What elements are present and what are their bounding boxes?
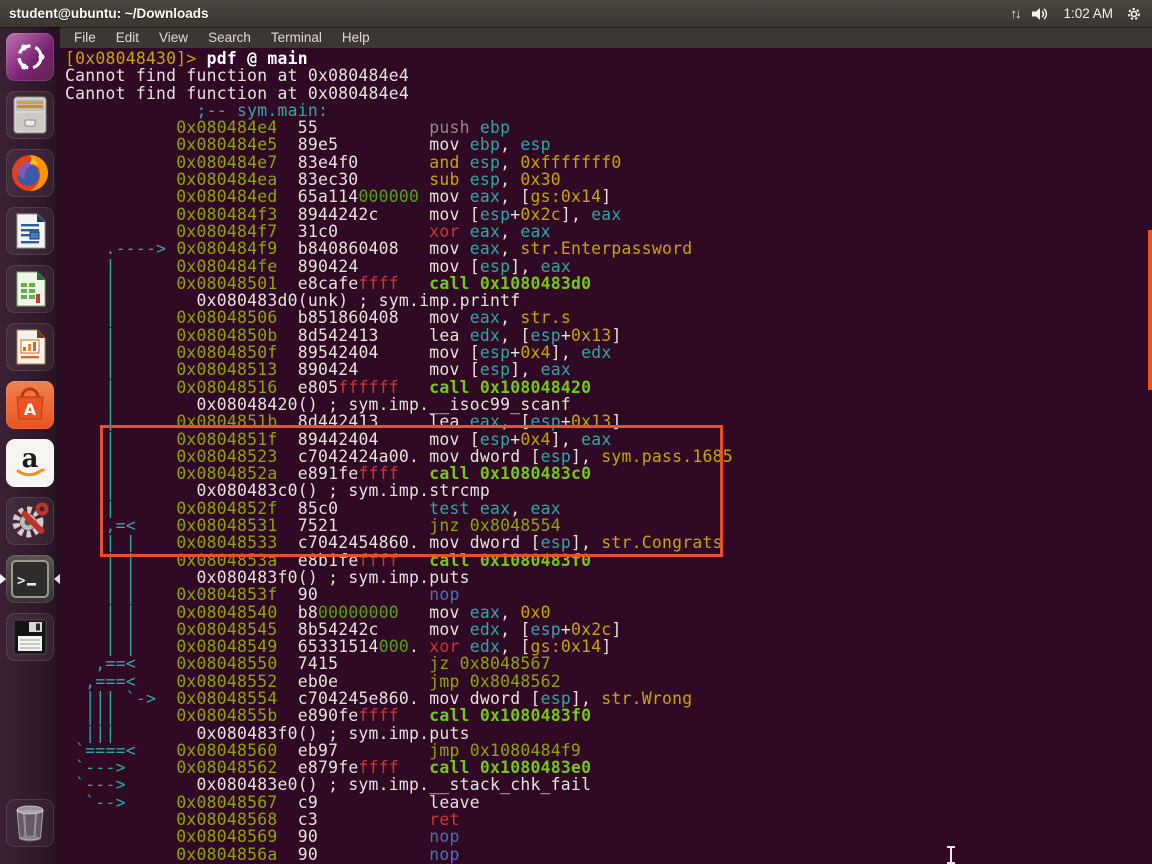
session-gear-icon[interactable] — [1126, 6, 1142, 22]
status-area: ↑↓ 1:02 AM — [1010, 6, 1142, 22]
active-app-indicator-right — [54, 574, 60, 584]
libreoffice-impress-icon[interactable] — [6, 323, 54, 371]
top-panel: student@ubuntu: ~/Downloads ↑↓ 1:02 AM — [0, 0, 1152, 27]
svg-text:a: a — [22, 444, 39, 474]
menu-item-view[interactable]: View — [159, 30, 188, 45]
network-icon[interactable]: ↑↓ — [1010, 6, 1019, 21]
system-settings-icon[interactable] — [6, 497, 54, 545]
launcher-dock: A a > — [0, 27, 60, 864]
active-app-indicator-left — [0, 574, 6, 584]
window-title: student@ubuntu: ~/Downloads — [9, 6, 209, 21]
highlight-rectangle — [100, 425, 723, 557]
ubuntu-dash-icon[interactable] — [6, 33, 54, 81]
desktop: student@ubuntu: ~/Downloads ↑↓ 1:02 AM — [0, 0, 1152, 864]
amazon-icon[interactable]: a — [6, 439, 54, 487]
clock[interactable]: 1:02 AM — [1063, 6, 1113, 21]
terminal-menubar: File Edit View Search Terminal Help — [60, 27, 1152, 48]
libreoffice-writer-icon[interactable] — [6, 207, 54, 255]
ubuntu-software-icon[interactable]: A — [6, 381, 54, 429]
svg-text:A: A — [24, 400, 37, 419]
menu-item-search[interactable]: Search — [208, 30, 251, 45]
firefox-icon[interactable] — [6, 149, 54, 197]
menu-item-edit[interactable]: Edit — [116, 30, 139, 45]
trash-icon[interactable] — [6, 799, 54, 847]
floppy-volume-icon[interactable] — [6, 613, 54, 661]
text-cursor-pointer — [946, 846, 955, 864]
volume-icon[interactable] — [1032, 7, 1050, 21]
menu-item-help[interactable]: Help — [342, 30, 370, 45]
terminal-scrollbar[interactable] — [1148, 230, 1152, 390]
terminal-icon[interactable]: > — [6, 555, 54, 603]
libreoffice-calc-icon[interactable] — [6, 265, 54, 313]
menu-item-terminal[interactable]: Terminal — [271, 30, 322, 45]
svg-text:>: > — [17, 573, 25, 589]
menu-item-file[interactable]: File — [74, 30, 96, 45]
files-icon[interactable] — [6, 91, 54, 139]
